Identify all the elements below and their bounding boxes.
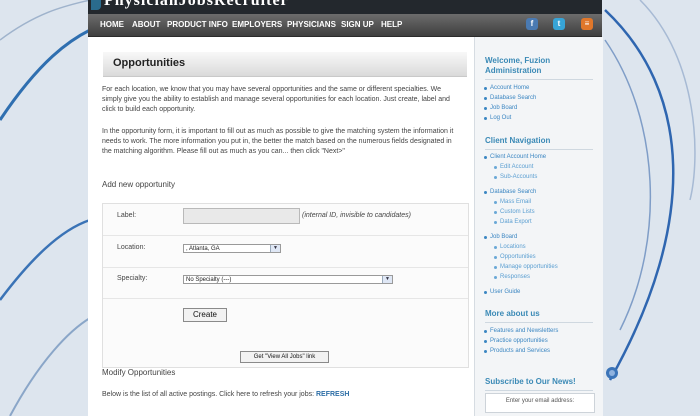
newsletter-email-input[interactable]: Enter your email address: (485, 393, 595, 413)
nav-product-info[interactable]: PRODUCT INFO (167, 20, 228, 29)
sidebar-link-locations[interactable]: Locations (494, 244, 526, 250)
main-nav: HOME ABOUT PRODUCT INFO EMPLOYERS PHYSIC… (88, 14, 602, 37)
rss-icon[interactable]: ≡ (581, 18, 593, 30)
subscribe-heading: Subscribe to Our News! (485, 377, 576, 386)
form-divider (103, 235, 468, 236)
page-title: Opportunities (113, 57, 186, 69)
sidebar-link-responses[interactable]: Responses (493, 274, 530, 280)
add-opportunity-heading: Add new opportunity (102, 180, 175, 189)
client-navigation-heading: Client Navigation (485, 136, 551, 145)
more-about-us-heading: More about us (485, 309, 540, 318)
nav-about[interactable]: ABOUT (132, 20, 160, 29)
sidebar-link-log-out[interactable]: Log Out (483, 115, 511, 121)
nav-sign-up[interactable]: SIGN UP (341, 20, 374, 29)
page-container: PhysicianJobsRecruiter HOME ABOUT PRODUC… (88, 0, 603, 416)
sidebar-link-data-export[interactable]: Data Export (494, 219, 532, 225)
nav-help[interactable]: HELP (381, 20, 402, 29)
label-input[interactable] (183, 208, 300, 224)
nav-employers[interactable]: EMPLOYERS (232, 20, 282, 29)
logo-icon (91, 0, 101, 10)
sidebar-link-user-guide[interactable]: User Guide (483, 289, 520, 295)
sidebar: Welcome, Fuzion Administration Account H… (474, 37, 603, 416)
facebook-icon[interactable]: f (526, 18, 538, 30)
add-opportunity-form: Label: (internal ID, invisible to candid… (102, 203, 469, 368)
sidebar-link-database-search-section[interactable]: Database Search (483, 189, 536, 195)
form-divider (103, 267, 468, 268)
sidebar-link-products-services[interactable]: Products and Services (483, 348, 550, 354)
chevron-down-icon: ▼ (382, 276, 392, 283)
location-select[interactable]: , Atlanta, GA ▼ (183, 244, 281, 253)
nav-home[interactable]: HOME (100, 20, 124, 29)
page-title-bar: Opportunities (103, 52, 467, 77)
modify-opportunities-heading: Modify Opportunities (102, 368, 176, 377)
sidebar-link-account-home[interactable]: Account Home (483, 85, 529, 91)
intro-paragraph: For each location, we know that you may … (102, 86, 450, 113)
specialty-select[interactable]: No Specialty (---) ▼ (183, 275, 393, 284)
nav-physicians[interactable]: PHYSICIANS (287, 20, 336, 29)
form-divider (103, 298, 468, 299)
sidebar-link-database-search[interactable]: Database Search (483, 95, 536, 101)
sidebar-link-edit-account[interactable]: Edit Account (493, 164, 533, 170)
divider (485, 79, 593, 80)
sidebar-link-features[interactable]: Features and Newsletters (483, 328, 558, 334)
email-placeholder: Enter your email address: (505, 398, 575, 404)
twitter-icon[interactable]: t (553, 18, 565, 30)
sidebar-link-opportunities[interactable]: Opportunities (494, 254, 536, 260)
main-content: Opportunities For each location, we know… (88, 37, 474, 416)
divider (485, 390, 593, 391)
sidebar-link-job-board-section[interactable]: Job Board (483, 234, 517, 240)
divider (485, 322, 593, 323)
location-field-label: Location: (117, 244, 146, 251)
sidebar-link-mass-email[interactable]: Mass Email (493, 199, 531, 205)
site-header: PhysicianJobsRecruiter (88, 0, 602, 14)
label-hint: (internal ID, invisible to candidates) (302, 212, 411, 219)
form-instructions: In the opportunity form, it is important… (102, 128, 454, 155)
sidebar-link-job-board[interactable]: Job Board (483, 105, 517, 111)
chevron-down-icon: ▼ (270, 245, 280, 252)
refresh-link[interactable]: REFRESH (316, 391, 349, 398)
view-all-jobs-link-button[interactable]: Get "View All Jobs" link (240, 351, 329, 363)
sidebar-link-client-account-home[interactable]: Client Account Home (483, 154, 546, 160)
sidebar-link-sub-accounts[interactable]: Sub-Accounts (493, 174, 537, 180)
active-postings-text: Below is the list of all active postings… (102, 391, 350, 398)
label-field-label: Label: (117, 212, 137, 219)
sidebar-link-custom-lists[interactable]: Custom Lists (494, 209, 535, 215)
sidebar-link-practice-opportunities[interactable]: Practice opportunities (484, 338, 548, 344)
specialty-field-label: Specialty: (117, 275, 148, 282)
site-logo[interactable]: PhysicianJobsRecruiter (104, 0, 289, 10)
create-button[interactable]: Create (183, 308, 227, 322)
welcome-heading: Welcome, Fuzion Administration (485, 56, 551, 75)
sidebar-link-manage-opportunities[interactable]: Manage opportunities (494, 264, 558, 270)
divider (485, 149, 593, 150)
